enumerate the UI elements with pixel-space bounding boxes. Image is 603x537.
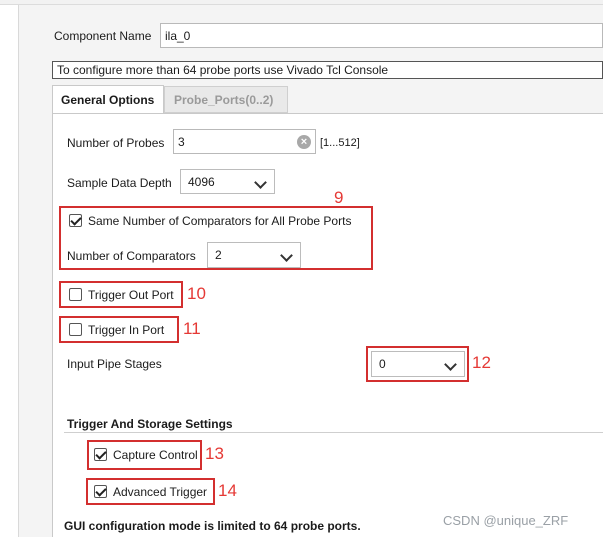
tab-probe-ports-label: Probe_Ports(0..2) xyxy=(174,93,274,107)
annotation-14: 14 xyxy=(218,481,237,500)
num-probes-input[interactable]: 3 xyxy=(173,129,316,154)
num-probes-label: Number of Probes xyxy=(67,136,165,150)
annotation-9: 9 xyxy=(334,188,344,207)
capture-control-label: Capture Control xyxy=(113,448,198,462)
component-name-input[interactable]: ila_0 xyxy=(160,23,603,48)
watermark: CSDN @unique_ZRF xyxy=(443,513,569,528)
sample-depth-label: Sample Data Depth xyxy=(67,176,172,190)
advanced-trigger-label: Advanced Trigger xyxy=(113,485,208,499)
left-pane xyxy=(0,5,19,537)
num-probes-range: [1...512] xyxy=(320,137,360,149)
tab-general-options[interactable]: General Options xyxy=(52,85,164,114)
annotation-12: 12 xyxy=(472,353,491,372)
clear-icon[interactable]: × xyxy=(297,135,311,149)
tab-probe-ports[interactable]: Probe_Ports(0..2) xyxy=(164,86,288,113)
left-gutter xyxy=(19,5,48,537)
annotation-11: 11 xyxy=(183,319,201,338)
num-probes-value: 3 xyxy=(178,135,185,149)
trigger-out-label: Trigger Out Port xyxy=(88,288,174,302)
chevron-down-icon xyxy=(254,176,267,189)
annotation-13: 13 xyxy=(205,444,224,463)
pipe-stages-select[interactable]: 0 xyxy=(371,351,465,377)
section-divider xyxy=(64,432,603,433)
chevron-down-icon xyxy=(444,358,457,371)
num-comparators-select[interactable]: 2 xyxy=(207,242,301,268)
trigger-storage-heading: Trigger And Storage Settings xyxy=(67,417,233,431)
annotation-10: 10 xyxy=(187,284,206,303)
trigger-in-label: Trigger In Port xyxy=(88,323,165,337)
trigger-out-checkbox[interactable] xyxy=(69,288,82,301)
chevron-down-icon xyxy=(280,249,293,262)
capture-control-checkbox[interactable] xyxy=(94,448,107,461)
info-message: To configure more than 64 probe ports us… xyxy=(52,61,603,79)
component-name-value: ila_0 xyxy=(165,29,191,43)
num-comparators-label: Number of Comparators xyxy=(67,249,196,263)
component-name-label: Component Name xyxy=(54,29,152,43)
sample-depth-select[interactable]: 4096 xyxy=(180,169,275,194)
pipe-stages-label: Input Pipe Stages xyxy=(67,357,162,371)
trigger-in-checkbox[interactable] xyxy=(69,323,82,336)
sample-depth-value: 4096 xyxy=(188,175,215,189)
advanced-trigger-checkbox[interactable] xyxy=(94,485,107,498)
pipe-stages-value: 0 xyxy=(379,357,386,371)
tab-general-options-label: General Options xyxy=(61,93,155,107)
info-text: To configure more than 64 probe ports us… xyxy=(57,63,389,77)
same-comparators-checkbox[interactable] xyxy=(69,214,82,227)
footer-note: GUI configuration mode is limited to 64 … xyxy=(64,519,361,533)
num-comparators-value: 2 xyxy=(215,248,222,262)
same-comparators-label: Same Number of Comparators for All Probe… xyxy=(88,214,352,228)
